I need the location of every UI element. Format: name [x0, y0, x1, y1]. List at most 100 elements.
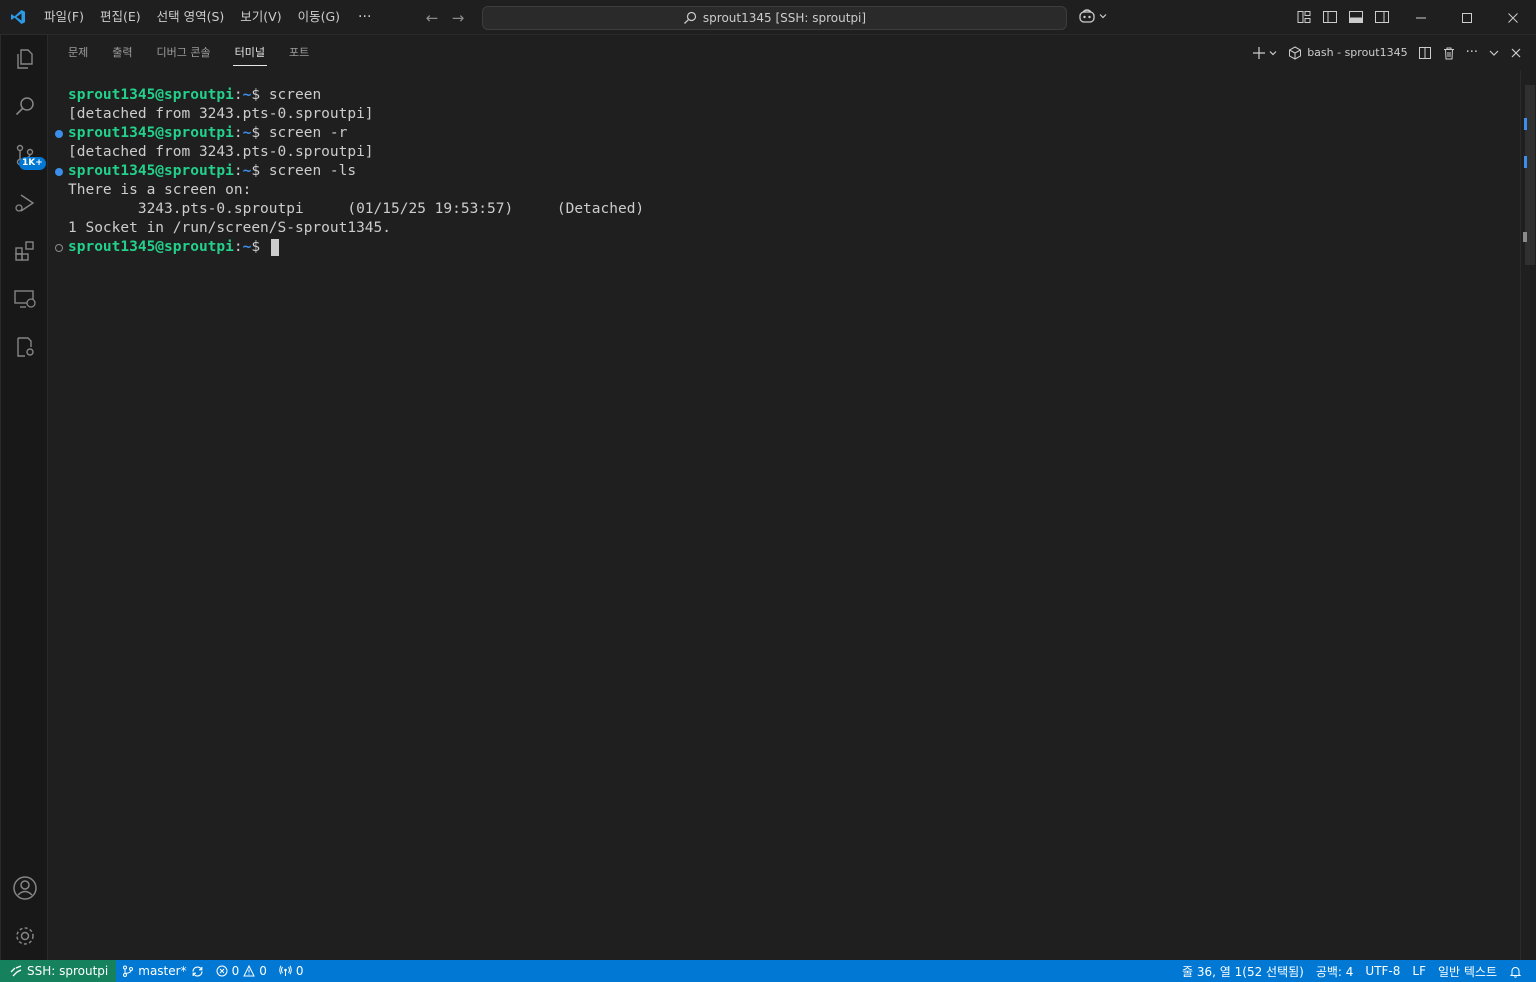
terminal-scrollbar[interactable] [1520, 70, 1536, 960]
prompt-user: sprout1345@sproutpi [68, 87, 234, 103]
minimize-button[interactable] [1398, 0, 1444, 35]
tab-debug-console[interactable]: 디버그 콘솔 [157, 43, 211, 63]
panel-header: 문제 출력 디버그 콘솔 터미널 포트 bash - sprout1345 ··… [48, 35, 1536, 70]
terminal-output-line: [detached from 3243.pts-0.sproutpi] [68, 106, 374, 122]
tab-output[interactable]: 출력 [112, 43, 132, 63]
scroll-decoration-mark [1524, 118, 1527, 130]
toggle-primary-sidebar-icon[interactable] [1322, 9, 1338, 25]
command-center[interactable]: sprout1345 [SSH: sproutpi] [482, 6, 1067, 30]
maximize-button[interactable] [1444, 0, 1490, 35]
terminal-output-line: [detached from 3243.pts-0.sproutpi] [68, 144, 374, 160]
explorer-button[interactable] [1, 35, 49, 83]
chevron-down-icon [1269, 50, 1277, 55]
customize-layout-icon[interactable] [1296, 9, 1312, 25]
activity-bar: 1K+ [0, 35, 48, 960]
maximize-icon [1462, 12, 1472, 23]
account-icon [13, 876, 37, 900]
prompt-user: sprout1345@sproutpi [68, 239, 234, 255]
tab-terminal[interactable]: 터미널 [232, 43, 268, 66]
gear-icon [16, 927, 34, 945]
encoding[interactable]: UTF-8 [1359, 960, 1406, 982]
warning-icon [243, 965, 256, 977]
chevron-down-icon[interactable] [1488, 47, 1500, 59]
ports-indicator[interactable]: 0 [273, 960, 310, 982]
prompt-user: sprout1345@sproutpi [68, 163, 234, 179]
bell-icon [1509, 966, 1522, 978]
more-actions-icon[interactable]: ··· [1466, 45, 1478, 60]
tab-problems[interactable]: 문제 [68, 43, 88, 63]
branch-indicator[interactable]: master* [116, 960, 209, 982]
close-panel-icon[interactable] [1510, 47, 1522, 59]
terminal-command: screen [268, 87, 322, 103]
prompt-separator: : [233, 87, 243, 103]
terminal-name: bash - sprout1345 [1307, 46, 1408, 59]
accounts-button[interactable] [1, 864, 49, 912]
search-icon [15, 97, 34, 116]
menu-go[interactable]: 이동(G) [290, 5, 348, 29]
prompt-separator: : [233, 239, 243, 255]
minimize-icon [1416, 17, 1426, 18]
command-decoration-filled[interactable] [55, 130, 63, 138]
terminal-command: screen -ls [268, 163, 357, 179]
split-terminal-icon[interactable] [1418, 46, 1432, 60]
back-arrow-icon[interactable]: ← [424, 9, 440, 27]
menu-view[interactable]: 보기(V) [232, 5, 289, 29]
remote-indicator[interactable]: SSH: sproutpi [0, 960, 117, 982]
remote-label: SSH: sproutpi [27, 964, 109, 978]
menu-file[interactable]: 파일(F) [36, 5, 92, 29]
terminal-cursor [270, 238, 279, 256]
remote-explorer-button[interactable] [1, 275, 49, 323]
close-window-button[interactable] [1490, 0, 1536, 35]
command-center-label: sprout1345 [SSH: sproutpi] [702, 11, 867, 25]
title-bar: 파일(F) 편집(E) 선택 영역(S) 보기(V) 이동(G) ··· ← →… [0, 0, 1536, 35]
status-bar: SSH: sproutpi master* 0 0 0 줄 36, 열 1(52… [0, 960, 1536, 982]
terminal-prompt-line: sprout1345@sproutpi:~$ screen -r [68, 124, 347, 143]
toggle-secondary-sidebar-icon[interactable] [1374, 9, 1390, 25]
problems-indicator[interactable]: 0 0 [210, 960, 273, 982]
search-view-button[interactable] [1, 83, 49, 131]
close-icon [1508, 12, 1518, 23]
extensions-button[interactable] [1, 227, 49, 275]
language-mode[interactable]: 일반 텍스트 [1432, 960, 1503, 982]
copilot-icon [1079, 9, 1095, 23]
indentation[interactable]: 공백: 4 [1310, 960, 1360, 982]
terminal-prompt-line: sprout1345@sproutpi:~$ screen -ls [68, 162, 356, 181]
settings-file-icon [17, 337, 34, 357]
prompt-symbol: $ [251, 163, 269, 179]
trash-icon[interactable] [1442, 46, 1456, 60]
command-decoration-filled[interactable] [55, 168, 63, 176]
command-decoration-hollow[interactable] [55, 244, 63, 252]
source-control-button[interactable]: 1K+ [1, 131, 49, 179]
run-debug-button[interactable] [1, 179, 49, 227]
remote-icon [10, 965, 22, 977]
error-icon [216, 965, 228, 977]
notifications-button[interactable] [1503, 960, 1528, 982]
terminal-command: screen -r [268, 125, 348, 141]
manage-button[interactable] [1, 912, 49, 960]
menu-more-button[interactable]: ··· [348, 9, 381, 25]
terminal-output-line: 3243.pts-0.sproutpi (01/15/25 19:53:57) … [68, 201, 645, 217]
terminal-output[interactable]: sprout1345@sproutpi:~$ screen [detached f… [48, 70, 1520, 960]
tab-ports[interactable]: 포트 [289, 43, 309, 63]
menu-selection[interactable]: 선택 영역(S) [149, 5, 233, 29]
ports-count: 0 [295, 964, 304, 978]
files-icon [17, 49, 33, 69]
toggle-panel-icon[interactable] [1348, 9, 1364, 25]
terminal-output-line: 1 Socket in /run/screen/S-sprout1345. [68, 220, 392, 236]
chevron-down-icon [1099, 14, 1107, 19]
new-terminal-button[interactable] [1252, 46, 1278, 60]
terminal-prompt-line: sprout1345@sproutpi:~$ screen [68, 86, 321, 105]
terminal-instance[interactable]: bash - sprout1345 [1288, 45, 1408, 60]
forward-arrow-icon[interactable]: → [450, 9, 466, 27]
prompt-user: sprout1345@sproutpi [68, 125, 234, 141]
error-count: 0 [231, 964, 240, 978]
scroll-decoration-mark [1524, 156, 1527, 168]
end-of-line[interactable]: LF [1406, 960, 1432, 982]
copilot-button[interactable] [1078, 8, 1108, 24]
containers-button[interactable] [1, 323, 49, 371]
cursor-position[interactable]: 줄 36, 열 1(52 선택됨) [1176, 960, 1310, 982]
window-controls [1398, 0, 1536, 35]
remote-explorer-icon [14, 290, 36, 308]
sync-icon[interactable] [191, 965, 204, 978]
menu-edit[interactable]: 편집(E) [92, 5, 149, 29]
